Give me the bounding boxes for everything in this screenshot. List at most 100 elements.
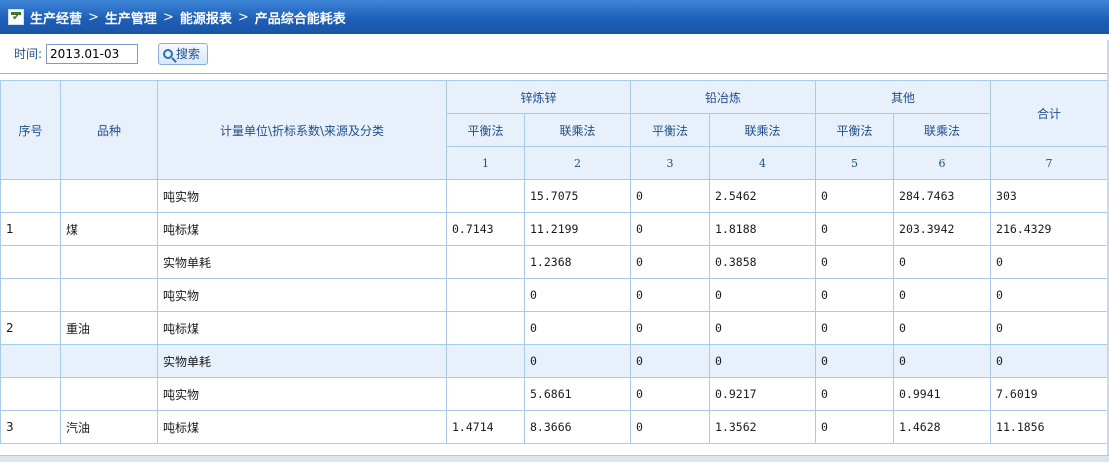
table-row[interactable]: 吨实物 15.7075 0 2.5462 0 284.7463 303 <box>0 179 1107 213</box>
table-row[interactable]: 1 煤吨标煤 0.7143 11.2199 0 1.8188 0 203.3942 216.43… <box>0 212 1107 246</box>
cell-c2: 11.2199 <box>523 212 632 246</box>
cell-c2: 15.7075 <box>523 179 632 213</box>
cell-c2: 0 <box>523 311 632 345</box>
cell-unit: 吨实物 <box>157 278 447 312</box>
cell-c5: 0 <box>815 212 895 246</box>
cell-c1: 0.7143 <box>446 212 525 246</box>
cell-seq: 2 <box>0 311 61 345</box>
time-label: 时间: <box>14 47 43 61</box>
cell-c4: 0.9217 <box>709 377 817 411</box>
table-row[interactable]: 实物单耗 1.2368 0 0.3858 0 0 0 <box>0 245 1107 279</box>
cell-c4: 0 <box>709 311 817 345</box>
table-body: 吨实物 15.7075 0 2.5462 0 284.7463 303 1 煤吨标煤 0.7143… <box>0 179 1107 444</box>
col-group-lead: 铅冶炼 <box>630 80 817 114</box>
table-row[interactable]: 吨实物 5.6861 0 0.9217 0 0.9941 7.6019 <box>0 377 1107 411</box>
cell-seq <box>0 377 61 411</box>
cell-c1 <box>446 179 525 213</box>
cell-c4: 0 <box>709 278 817 312</box>
cell-c1 <box>446 311 525 345</box>
search-button-label: 搜索 <box>176 47 201 61</box>
cell-c4: 0.3858 <box>709 245 817 279</box>
cell-c7: 0 <box>990 311 1107 345</box>
col-header-seq: 序号 <box>0 80 61 180</box>
breadcrumb-item-current: 产品综合能耗表 <box>254 11 346 27</box>
cell-c2: 0 <box>523 278 632 312</box>
search-bar: 时间: 搜索 <box>0 34 1109 74</box>
breadcrumb: 生产经营 > 生产管理 > 能源报表 > 产品综合能耗表 <box>30 8 346 27</box>
cell-c5: 0 <box>815 410 895 444</box>
cell-c3: 0 <box>630 278 711 312</box>
table-row[interactable]: 3 汽油 吨标煤 1.4714 8.3666 0 1.3562 0 1.4628 11.1856 <box>0 410 1107 444</box>
cell-c3: 0 <box>630 245 711 279</box>
col-group-zinc: 锌炼锌 <box>445 80 632 114</box>
table-row[interactable]: 实物单耗 0 0 0 0 0 0 <box>0 344 1107 378</box>
cell-variety: 煤 <box>60 212 158 246</box>
cell-variety <box>60 179 158 213</box>
cell-c7: 216.4329 <box>990 212 1107 246</box>
cell-variety <box>60 245 158 279</box>
breadcrumb-separator: > <box>162 9 174 25</box>
cell-c5: 0 <box>815 344 895 378</box>
cell-c6: 0.9941 <box>893 377 992 411</box>
title-bar: 生产经营 > 生产管理 > 能源报表 > 产品综合能耗表 <box>0 0 1109 34</box>
cell-unit: 实物单耗 <box>157 245 447 279</box>
cell-c2: 0 <box>523 344 632 378</box>
cell-seq <box>0 245 61 279</box>
cell-c7: 0 <box>990 278 1107 312</box>
cell-variety <box>60 377 158 411</box>
date-input[interactable] <box>46 43 139 64</box>
cell-c3: 0 <box>630 212 711 246</box>
cell-c3: 0 <box>630 179 711 213</box>
cell-c4: 0 <box>709 344 817 378</box>
cell-c7: 0 <box>990 344 1107 378</box>
cell-c5: 0 <box>815 278 895 312</box>
cell-c6: 0 <box>893 245 992 279</box>
cell-variety <box>60 344 158 378</box>
cell-variety: 汽油 <box>60 410 158 444</box>
cell-seq: 3 <box>0 410 61 444</box>
col-header-unit: 计量单位\折标系数\来源及分类 <box>157 80 447 180</box>
cell-c2: 8.3666 <box>523 410 632 444</box>
breadcrumb-item-production[interactable]: 生产管理 <box>105 8 157 27</box>
cell-c6: 1.4628 <box>893 410 992 444</box>
cell-unit: 吨实物 <box>157 179 447 213</box>
col-header-chain: 联乘法 <box>893 113 992 147</box>
cell-unit: 吨标煤 <box>157 410 447 444</box>
col-number: 3 <box>630 146 711 180</box>
col-number: 7 <box>990 146 1107 180</box>
cell-c1: 1.4714 <box>446 410 525 444</box>
col-number: 4 <box>709 146 817 180</box>
cell-c5: 0 <box>815 311 895 345</box>
cell-c7: 11.1856 <box>990 410 1107 444</box>
cell-c6: 284.7463 <box>893 179 992 213</box>
cell-c5: 0 <box>815 179 895 213</box>
cell-seq <box>0 278 61 312</box>
breadcrumb-separator: > <box>88 9 99 25</box>
table-row[interactable]: 吨实物 0 0 0 0 0 0 <box>0 278 1107 312</box>
breadcrumb-item-energy-report[interactable]: 能源报表 <box>180 8 232 27</box>
cell-unit: 吨标煤 <box>157 212 447 246</box>
cell-c1 <box>446 377 525 411</box>
cell-seq <box>0 344 61 378</box>
cell-c3: 0 <box>630 410 711 444</box>
col-header-chain: 联乘法 <box>709 113 817 147</box>
cell-c4: 1.8188 <box>709 212 817 246</box>
breadcrumb-item-operations[interactable]: 生产经营 <box>30 8 82 27</box>
cell-c3: 0 <box>630 344 711 378</box>
cell-c5: 0 <box>815 245 895 279</box>
col-header-chain: 联乘法 <box>523 113 632 147</box>
report-icon <box>8 9 24 25</box>
cell-c4: 2.5462 <box>709 179 817 213</box>
cell-variety <box>60 278 158 312</box>
cell-c5: 0 <box>815 377 895 411</box>
search-icon <box>163 48 174 59</box>
cell-c7: 7.6019 <box>990 377 1107 411</box>
col-header-balance: 平衡法 <box>815 113 895 147</box>
search-button[interactable]: 搜索 <box>158 42 209 65</box>
cell-c3: 0 <box>630 311 711 345</box>
cell-c4: 1.3562 <box>709 410 817 444</box>
cell-seq: 1 <box>0 212 61 246</box>
cell-c1 <box>446 245 525 279</box>
table-row[interactable]: 2 重油 吨标煤 0 0 0 0 0 0 <box>0 311 1107 345</box>
cell-seq <box>0 179 61 213</box>
